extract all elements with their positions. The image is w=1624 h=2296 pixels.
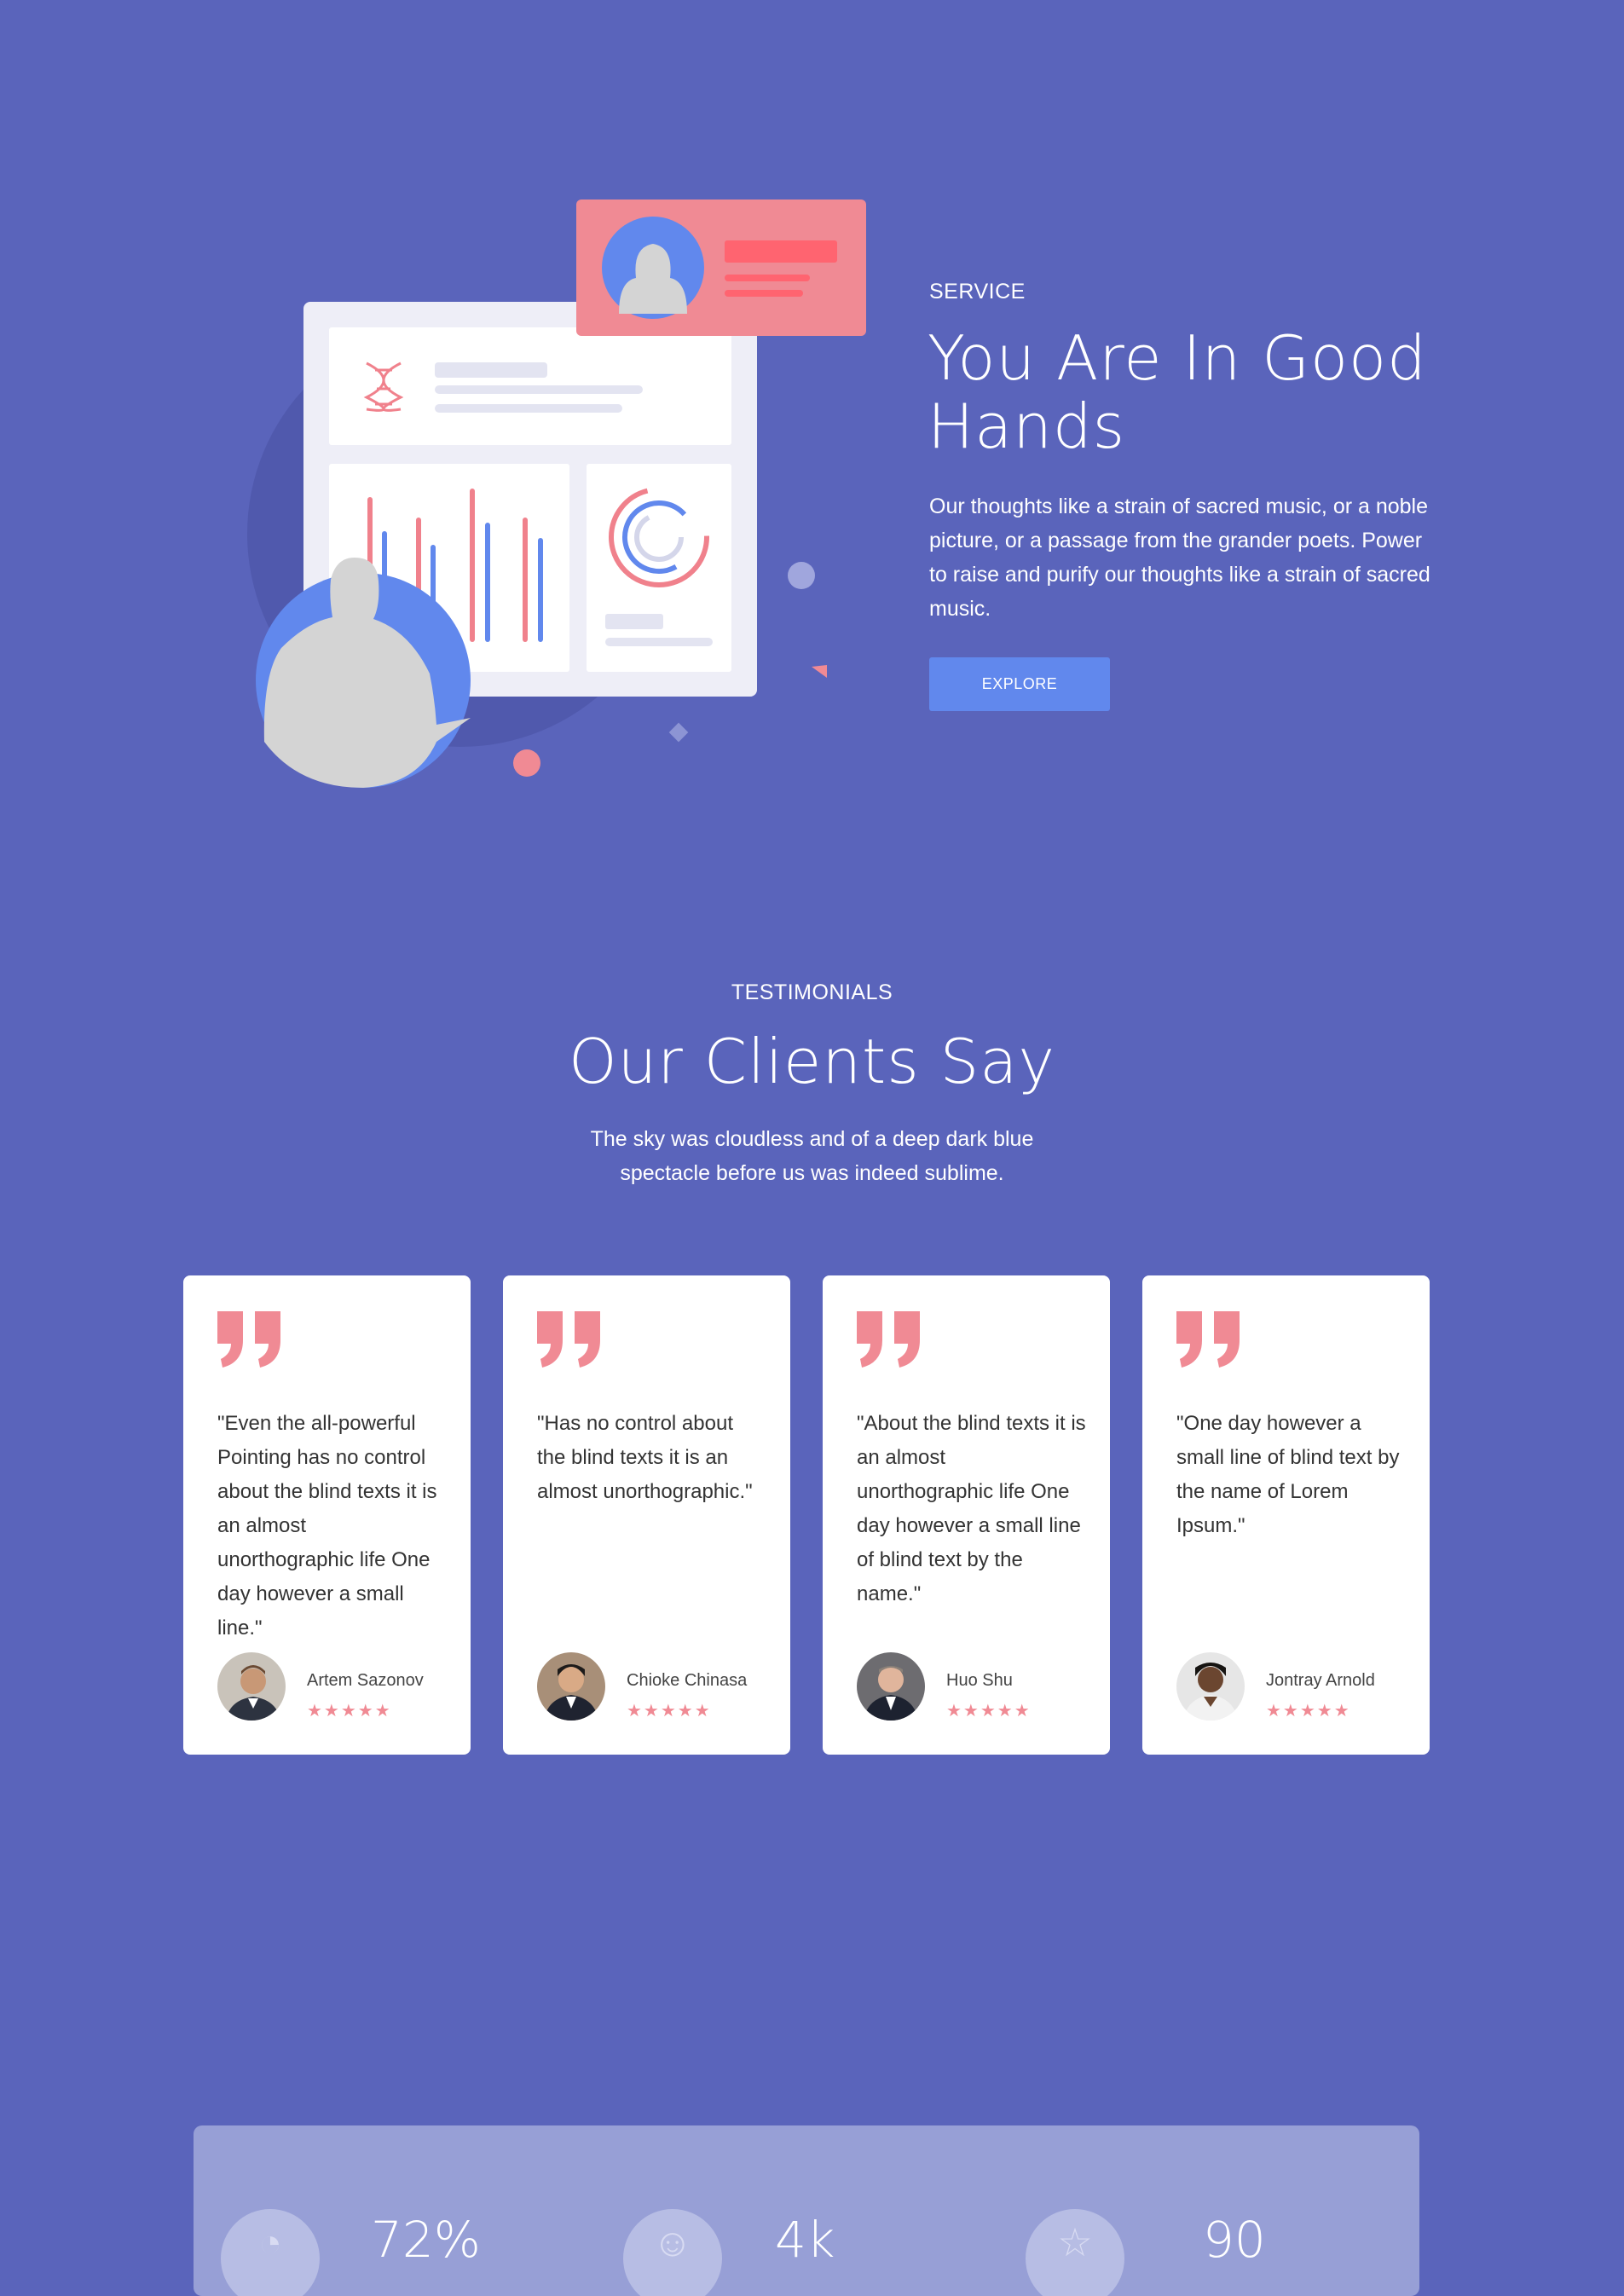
testimonial-quote: "Has no control about the blind texts it… [537,1412,753,1503]
rating-stars: ★★★★★ [307,1702,392,1721]
testimonials-title: Our Clients Say [568,1026,1056,1097]
section-label: SERVICE [929,280,1026,304]
stat-value: 72% [371,2211,481,2269]
testimonial-quote: "About the blind texts it is an almost u… [857,1412,1086,1605]
testimonial-quote: "Even the all-powerful Pointing has no c… [217,1412,437,1640]
explore-button[interactable]: EXPLORE [929,657,1110,711]
section-title: You Are In Good Hands [928,322,1427,462]
testimonial-quote: "One day however a small line of blind t… [1176,1412,1400,1537]
rating-stars: ★★★★★ [627,1702,712,1721]
quote-icon [217,1311,280,1368]
testimonial-card: "About the blind texts it is an almost u… [823,1275,1110,1755]
section-description: Our thoughts like a strain of sacred mus… [929,494,1430,621]
rating-stars: ★★★★★ [1266,1702,1351,1721]
testimonials-subtitle: The sky was cloudless and of a deep dark… [590,1127,1034,1185]
stats-panel: ◔ 72% ☺ 4k ☆ 90 [194,2125,1419,2296]
author-name: Huo Shu [946,1671,1013,1690]
decor-diamond [668,722,689,743]
star-icon: ☆ [1026,2209,1124,2296]
author-name: Chioke Chinasa [627,1671,748,1690]
quote-icon [1176,1311,1240,1368]
stat-value: 4k [775,2211,835,2269]
quote-icon [857,1311,920,1368]
author-name: Artem Sazonov [307,1671,424,1690]
decor-dot [788,562,815,589]
author-name: Jontray Arnold [1266,1671,1375,1690]
users-icon: ☺ [623,2209,722,2296]
decor-dot [513,749,540,777]
stat-value: 90 [1203,2211,1266,2269]
avatar [537,1652,605,1721]
avatar [857,1652,925,1721]
chart-icon: ◔ [221,2209,320,2296]
service-illustration [247,200,866,788]
decor-triangle [812,665,827,678]
testimonial-card: "One day however a small line of blind t… [1142,1275,1430,1755]
testimonial-card: "Has no control about the blind texts it… [503,1275,790,1755]
quote-icon [537,1311,600,1368]
rating-stars: ★★★★★ [946,1702,1032,1721]
testimonial-card: "Even the all-powerful Pointing has no c… [183,1275,471,1755]
testimonials-label: TESTIMONIALS [731,980,893,1004]
avatar [217,1652,286,1721]
avatar [1176,1652,1245,1721]
